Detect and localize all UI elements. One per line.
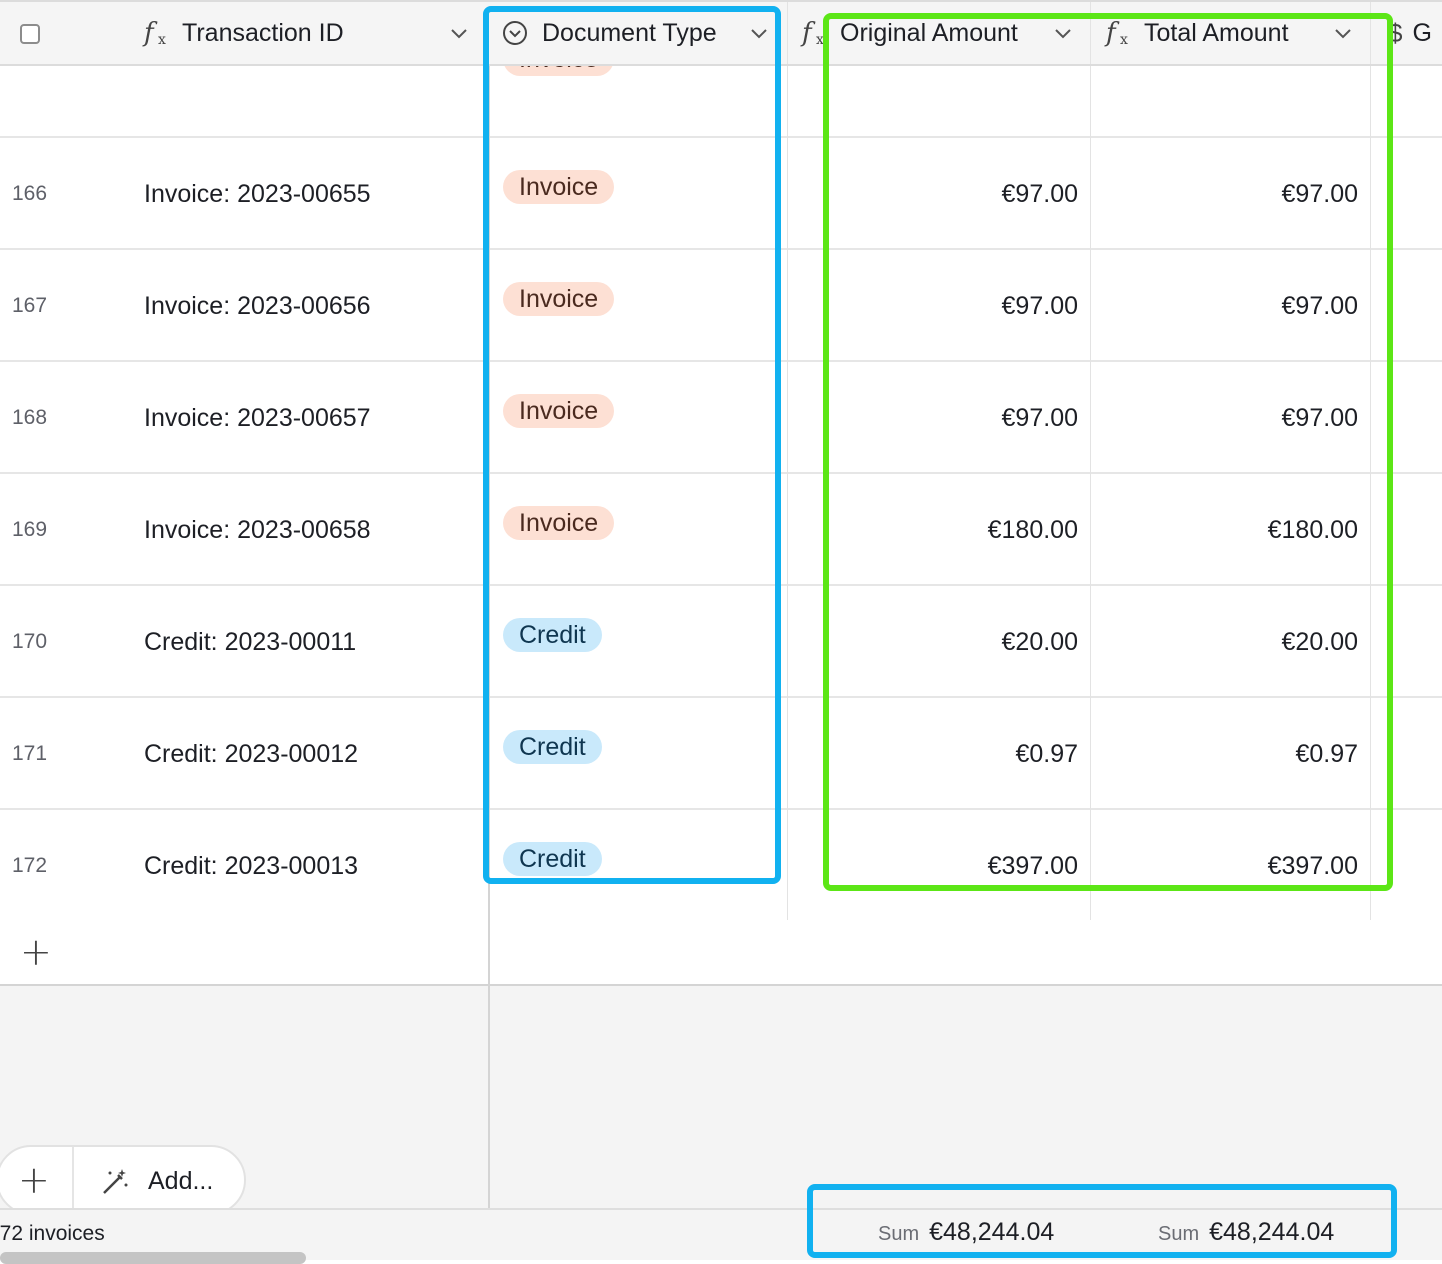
document-type-pill[interactable]: Invoice	[503, 282, 615, 316]
original-amount-cell[interactable]: €97.00	[838, 404, 1078, 433]
header-document-type[interactable]: Document Type	[502, 2, 782, 64]
document-type-pill[interactable]: Credit	[503, 842, 602, 876]
original-amount-cell[interactable]: €180.00	[838, 516, 1078, 545]
table-row[interactable]: 169 Invoice: 2023-00658 Invoice €180.00 €180…	[0, 474, 1442, 586]
select-all-checkbox[interactable]	[20, 24, 40, 44]
chevron-down-icon[interactable]	[1054, 24, 1072, 42]
total-amount-cell[interactable]: €397.00	[1118, 852, 1358, 881]
header-label: G	[1412, 18, 1432, 47]
header-next-column[interactable]: $ G	[1388, 2, 1442, 64]
summary-label: Sum	[1158, 1223, 1200, 1245]
chevron-down-icon[interactable]	[450, 24, 468, 42]
toolbar-separator	[72, 1147, 74, 1213]
add-button-label[interactable]: Add...	[148, 1167, 213, 1196]
transaction-id-cell[interactable]: Invoice: 2023-00656	[144, 292, 371, 321]
original-amount-cell[interactable]: €97.00	[838, 180, 1078, 209]
row-number: 168	[12, 406, 48, 429]
header-divider	[1090, 2, 1091, 64]
table-row-partial[interactable]: Invoice: 2023-00654 Invoice €240.00 €240…	[0, 42, 1442, 138]
plus-icon[interactable]: +	[20, 933, 52, 971]
header-divider	[787, 2, 788, 64]
table-row[interactable]: 172 Credit: 2023-00013 Credit €397.00 €397.0…	[0, 810, 1442, 922]
total-amount-cell[interactable]: €97.00	[1118, 292, 1358, 321]
header-label: Total Amount	[1144, 18, 1289, 47]
table-row[interactable]: 168 Invoice: 2023-00657 Invoice €97.00 €97.0…	[0, 362, 1442, 474]
document-type-pill[interactable]: Invoice	[503, 394, 615, 428]
row-number: 166	[12, 182, 48, 205]
row-number: 170	[12, 630, 48, 653]
formula-icon: fx	[802, 18, 824, 48]
header-total-amount[interactable]: fx Total Amount	[1106, 2, 1368, 64]
header-label: Original Amount	[840, 18, 1018, 47]
total-amount-cell[interactable]: €20.00	[1118, 628, 1358, 657]
header-label: Document Type	[542, 18, 717, 47]
primary-column-divider	[488, 0, 490, 1260]
horizontal-scrollbar[interactable]	[0, 1252, 306, 1264]
add-record-row-extension	[488, 920, 1442, 986]
transaction-id-cell[interactable]: Credit: 2023-00013	[144, 852, 358, 881]
single-select-icon	[503, 21, 527, 45]
transaction-id-cell[interactable]: Invoice: 2023-00658	[144, 516, 371, 545]
add-record-row[interactable]: +	[0, 920, 488, 986]
table-row[interactable]: 166 Invoice: 2023-00655 Invoice €97.00 €97.0…	[0, 138, 1442, 250]
magic-wand-icon[interactable]	[100, 1167, 130, 1197]
original-amount-summary[interactable]: Sum €48,244.04	[878, 1218, 1054, 1247]
add-toolbar: + Add...	[0, 1145, 246, 1215]
transaction-id-cell[interactable]: Credit: 2023-00011	[144, 628, 356, 657]
transaction-id-cell[interactable]: Credit: 2023-00012	[144, 740, 358, 769]
header-label: Transaction ID	[182, 18, 344, 47]
chevron-down-icon[interactable]	[1334, 24, 1352, 42]
currency-icon: $	[1388, 17, 1403, 48]
row-number: 171	[12, 742, 48, 765]
column-divider	[1090, 66, 1091, 920]
total-amount-cell[interactable]: €97.00	[1118, 404, 1358, 433]
formula-icon: fx	[144, 18, 166, 48]
total-amount-summary[interactable]: Sum €48,244.04	[1158, 1218, 1334, 1247]
original-amount-cell[interactable]: €20.00	[838, 628, 1078, 657]
summary-label: Sum	[878, 1223, 920, 1245]
formula-icon: fx	[1106, 18, 1128, 48]
document-type-pill[interactable]: Invoice	[503, 506, 615, 540]
table-row[interactable]: 170 Credit: 2023-00011 Credit €20.00 €20.00	[0, 586, 1442, 698]
column-divider	[1370, 66, 1371, 920]
summary-value: €48,244.04	[929, 1218, 1055, 1246]
data-grid: Invoice: 2023-00654 Invoice €240.00 €240…	[0, 0, 1442, 1264]
header-transaction-id[interactable]: fx Transaction ID	[144, 2, 484, 64]
row-number: 167	[12, 294, 48, 317]
table-row[interactable]: 167 Invoice: 2023-00656 Invoice €97.00 €97.0…	[0, 250, 1442, 362]
original-amount-cell[interactable]: €397.00	[838, 852, 1078, 881]
table-row[interactable]: 171 Credit: 2023-00012 Credit €0.97 €0.97	[0, 698, 1442, 810]
add-record-plus-icon[interactable]: +	[18, 1161, 50, 1199]
transaction-id-cell[interactable]: Invoice: 2023-00655	[144, 180, 371, 209]
row-number: 172	[12, 854, 48, 877]
total-amount-cell[interactable]: €97.00	[1118, 180, 1358, 209]
record-count: 172 invoices	[0, 1222, 105, 1245]
transaction-id-cell[interactable]: Invoice: 2023-00657	[144, 404, 371, 433]
original-amount-cell[interactable]: €0.97	[838, 740, 1078, 769]
total-amount-cell[interactable]: €180.00	[1118, 516, 1358, 545]
document-type-pill[interactable]: Credit	[503, 618, 602, 652]
chevron-down-icon[interactable]	[750, 24, 768, 42]
column-divider	[787, 66, 788, 920]
row-number: 169	[12, 518, 48, 541]
document-type-pill[interactable]: Invoice	[503, 170, 615, 204]
original-amount-cell[interactable]: €97.00	[838, 292, 1078, 321]
header-divider	[1370, 2, 1371, 64]
header-original-amount[interactable]: fx Original Amount	[802, 2, 1087, 64]
column-header-bar: fx Transaction ID Document Type fx Origi…	[0, 0, 1442, 66]
document-type-pill[interactable]: Credit	[503, 730, 602, 764]
summary-value: €48,244.04	[1209, 1218, 1335, 1246]
total-amount-cell[interactable]: €0.97	[1118, 740, 1358, 769]
